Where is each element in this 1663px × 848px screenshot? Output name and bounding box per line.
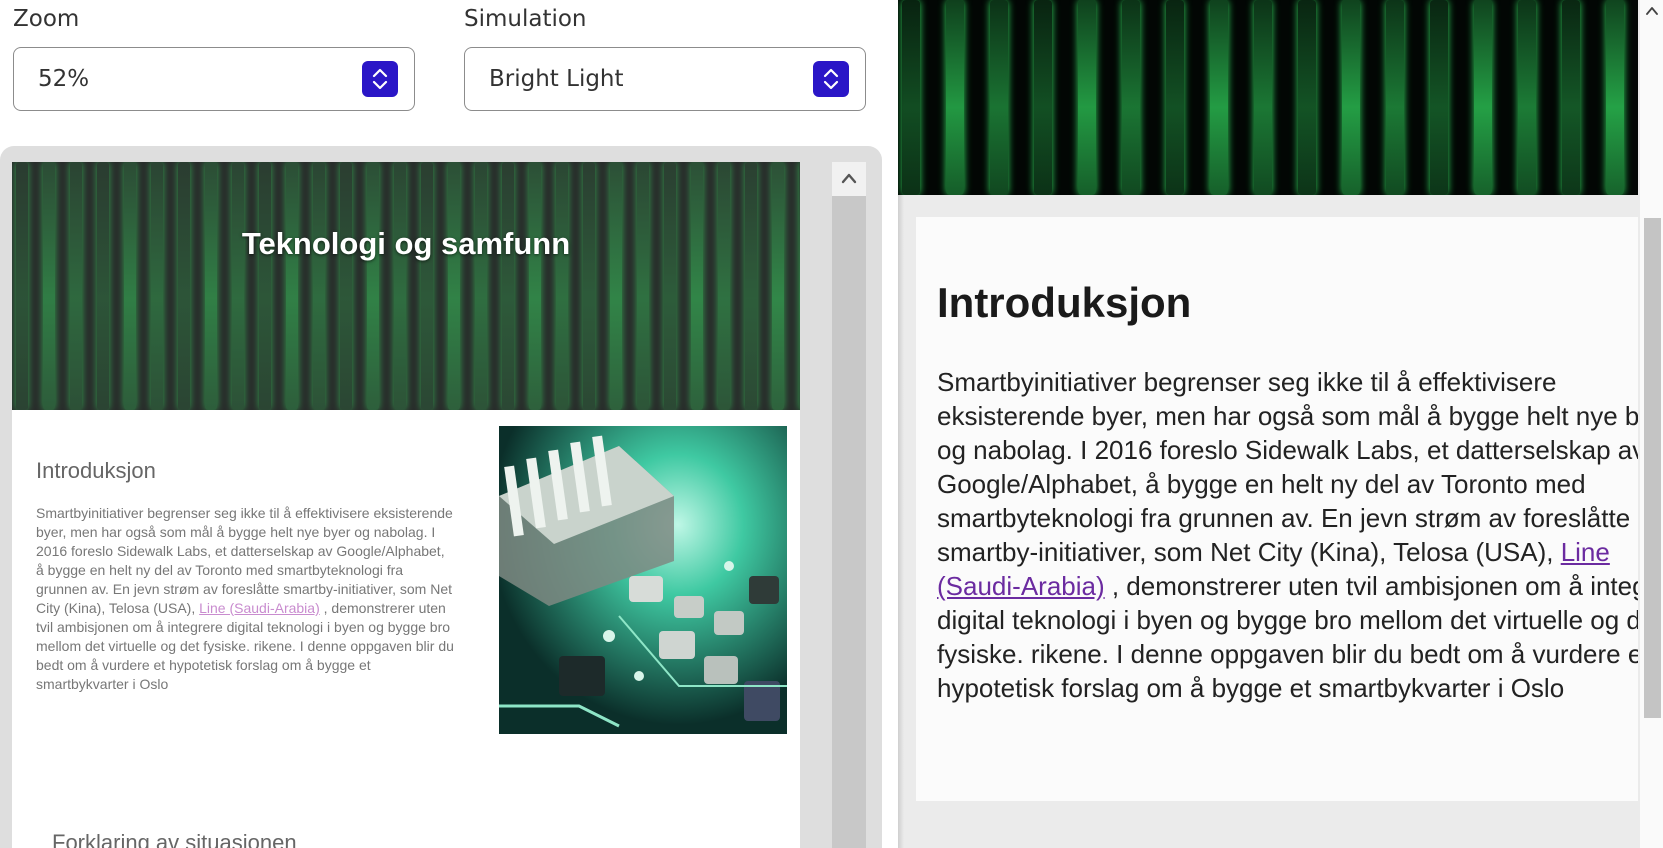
magnified-section-heading: Introduksjon — [937, 279, 1192, 326]
magnifier-scrollbar[interactable] — [1640, 0, 1663, 848]
simulation-value: Bright Light — [489, 66, 624, 92]
saudi-line-link[interactable]: Line (Saudi-Arabia) — [199, 600, 320, 616]
up-down-chevron-icon[interactable] — [362, 61, 398, 97]
matrix-code-column — [1034, 0, 1052, 195]
hero-title: Teknologi og samfunn — [241, 226, 571, 261]
magnified-hero-image — [898, 0, 1638, 195]
matrix-code-column — [1430, 0, 1448, 195]
matrix-code-column — [1166, 0, 1184, 195]
circuit-board-image — [499, 426, 787, 734]
matrix-code-column — [1078, 0, 1096, 195]
magnified-content: Introduksjon Smartbyinitiativer begrense… — [916, 217, 1638, 801]
section-heading: Introduksjon — [36, 458, 156, 483]
next-section-heading: Forklaring av situasjonen — [52, 830, 297, 848]
chevron-up-icon[interactable] — [1645, 6, 1659, 16]
up-down-chevron-icon[interactable] — [813, 61, 849, 97]
matrix-code-column — [1518, 0, 1536, 195]
preview-scrollbar[interactable] — [832, 162, 866, 848]
matrix-code-column — [1606, 0, 1624, 195]
matrix-code-column — [1298, 0, 1316, 195]
intro-paragraph: Smartbyinitiativer begrenser seg ikke ti… — [36, 505, 454, 692]
matrix-code-column — [902, 0, 920, 195]
zoom-label: Zoom — [13, 6, 80, 32]
zoom-select[interactable]: 52% — [13, 47, 415, 111]
magnifier-panel: Introduksjon Smartbyinitiativer begrense… — [898, 0, 1663, 848]
matrix-code-column — [1386, 0, 1404, 195]
hero-banner: Teknologi og samfunn — [12, 162, 800, 410]
magnifier-scroll-thumb[interactable] — [1644, 218, 1661, 718]
matrix-code-column — [1210, 0, 1228, 195]
matrix-code-column — [990, 0, 1008, 195]
matrix-code-column — [1254, 0, 1272, 195]
zoom-value: 52% — [38, 66, 90, 92]
chevron-up-icon[interactable] — [832, 162, 866, 196]
preview-frame: Teknologi og samfunn Introduksjon Smartb… — [0, 146, 882, 848]
simulation-select[interactable]: Bright Light — [464, 47, 866, 111]
preview-page[interactable]: Teknologi og samfunn Introduksjon Smartb… — [12, 162, 800, 848]
matrix-code-column — [1562, 0, 1580, 195]
simulation-label: Simulation — [464, 6, 587, 32]
matrix-code-column — [1474, 0, 1492, 195]
magnified-paragraph: Smartbyinitiativer begrenser seg ikke ti… — [937, 367, 1638, 703]
matrix-code-column — [946, 0, 964, 195]
matrix-code-column — [1122, 0, 1140, 195]
matrix-code-column — [1342, 0, 1360, 195]
